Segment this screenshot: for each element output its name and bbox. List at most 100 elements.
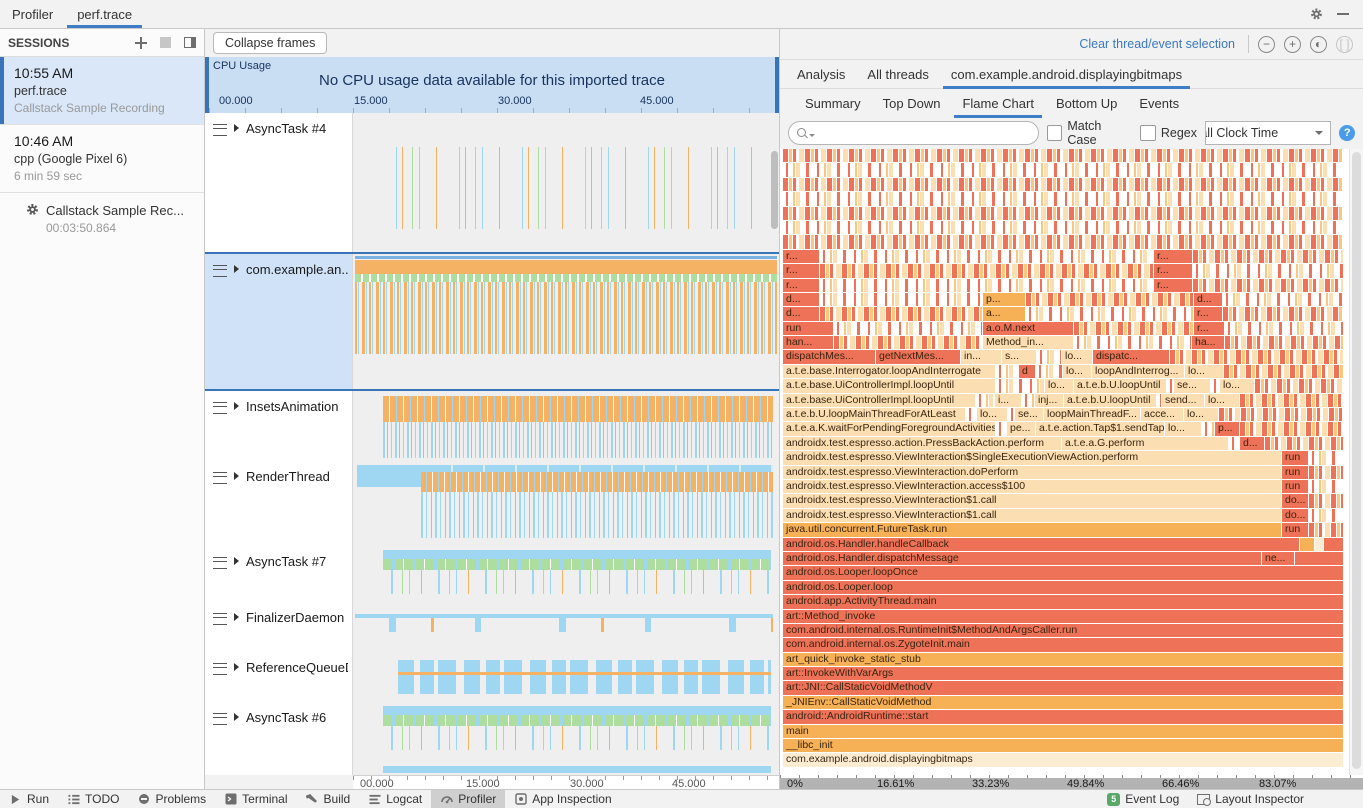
flame-segment[interactable]: androidx.test.espresso.ViewInteraction$1…	[783, 509, 1281, 522]
flame-segment[interactable]	[1211, 379, 1219, 392]
thread-row[interactable]: FinalizerDaemon	[205, 602, 779, 652]
flame-segment[interactable]: lo...	[977, 408, 1007, 421]
flame-segment[interactable]	[1295, 552, 1343, 565]
flame-segment[interactable]: a.t.e.base.Interrogator.loopAndInterroga…	[783, 365, 995, 378]
vertical-scrollbar[interactable]	[771, 151, 778, 229]
thread-name-cell[interactable]: AsyncTask #4	[205, 113, 353, 252]
flame-segment[interactable]: art_quick_invoke_static_stub	[783, 653, 1343, 666]
thread-name-cell[interactable]: FinalizerDaemon	[205, 602, 353, 652]
flame-segment[interactable]: run	[783, 322, 833, 335]
stop-recording-icon[interactable]	[160, 37, 171, 48]
flame-segment[interactable]: a.t.e.base.UiControllerImpl.loopUntil	[783, 379, 995, 392]
flame-segment[interactable]: android.app.ActivityThread.main	[783, 595, 1343, 608]
tab-analysis[interactable]: Analysis	[786, 60, 856, 88]
flame-segment[interactable]	[1225, 322, 1343, 335]
thread-name-cell[interactable]: RenderThread	[205, 461, 353, 546]
thread-activity-chart[interactable]	[353, 602, 779, 652]
flame-segment[interactable]: a.t.e.base.UiControllerImpl.loopUntil	[783, 394, 975, 407]
flame-vertical-scrollbar[interactable]	[1349, 149, 1363, 775]
flame-segment[interactable]	[1202, 422, 1214, 435]
flame-segment[interactable]: han...	[783, 336, 833, 349]
session-artifact-item[interactable]: Callstack Sample Rec... 00:03:50.864	[0, 193, 204, 241]
flame-segment[interactable]: pe...	[1007, 422, 1035, 435]
flame-segment[interactable]: send...	[1162, 394, 1204, 407]
flame-segment[interactable]	[1026, 293, 1193, 306]
flame-segment[interactable]: android.os.Looper.loopOnce	[783, 566, 1343, 579]
flame-segment[interactable]	[1240, 394, 1343, 407]
flame-segment[interactable]	[783, 221, 1343, 234]
match-case-checkbox[interactable]: Match Case	[1047, 119, 1132, 147]
flame-segment[interactable]: r...	[783, 264, 819, 277]
flame-segment[interactable]: a.t.e.a.G.perform	[1062, 437, 1228, 450]
clock-type-dropdown[interactable]: Wall Clock Time	[1205, 121, 1331, 145]
flame-segment[interactable]: lo...	[1045, 379, 1073, 392]
flame-segment[interactable]: dispatc...	[1093, 350, 1169, 363]
flame-segment[interactable]	[820, 279, 1153, 292]
minimize-icon[interactable]	[1337, 13, 1349, 15]
flame-segment[interactable]	[1309, 494, 1343, 507]
subtab-events[interactable]: Events	[1128, 89, 1190, 117]
flame-segment[interactable]	[1229, 437, 1239, 450]
checkbox-icon[interactable]	[1140, 125, 1156, 141]
flame-segment[interactable]: a.t.e.a.K.waitForPendingForegroundActivi…	[783, 422, 995, 435]
tab-all-threads[interactable]: All threads	[856, 60, 939, 88]
flame-segment[interactable]: androidx.test.espresso.ViewInteraction.d…	[783, 466, 1281, 479]
flame-segment[interactable]: d...	[783, 307, 819, 320]
flame-segment[interactable]: d...	[1194, 293, 1222, 306]
flame-segment[interactable]	[1008, 408, 1014, 421]
flame-segment[interactable]: lo...	[1165, 422, 1201, 435]
flame-segment[interactable]	[1193, 264, 1343, 277]
flame-segment[interactable]: android.os.Looper.loop	[783, 581, 1343, 594]
flame-segment[interactable]: do...	[1282, 494, 1308, 507]
thread-name-cell[interactable]	[205, 762, 353, 775]
flame-segment[interactable]: run	[1282, 480, 1308, 493]
flame-segment[interactable]	[1037, 350, 1061, 363]
flame-segment[interactable]: java.util.concurrent.FutureTask.run	[783, 523, 1281, 536]
flame-segment[interactable]: run	[1282, 466, 1308, 479]
flame-segment[interactable]: a...	[983, 307, 1025, 320]
flame-segment[interactable]: __libc_init	[783, 739, 1343, 752]
flame-segment[interactable]: d...	[1240, 437, 1264, 450]
regex-checkbox[interactable]: Regex	[1140, 125, 1197, 141]
flame-segment[interactable]	[1193, 279, 1343, 292]
zoom-out-icon[interactable]: −	[1258, 36, 1275, 53]
flame-segment[interactable]: lo...	[1185, 365, 1223, 378]
flame-segment[interactable]: se...	[1015, 408, 1043, 421]
thread-row[interactable]: AsyncTask #7	[205, 546, 779, 602]
drag-handle-icon[interactable]	[213, 472, 227, 484]
flame-segment[interactable]: lo...	[1205, 394, 1239, 407]
flame-segment[interactable]: androidx.test.espresso.action.PressBackA…	[783, 437, 1061, 450]
thread-name-cell[interactable]: ReferenceQueueD	[205, 652, 353, 702]
flame-segment[interactable]: com.android.internal.os.ZygoteInit.main	[783, 638, 1343, 651]
flame-segment[interactable]: inj...	[1035, 394, 1063, 407]
flame-segment[interactable]	[783, 235, 1343, 248]
thread-name-cell[interactable]: AsyncTask #6	[205, 702, 353, 762]
flame-segment[interactable]	[820, 307, 982, 320]
flame-segment[interactable]	[820, 250, 1153, 263]
thread-row[interactable]	[205, 762, 779, 775]
flame-segment[interactable]: getNextMes...	[876, 350, 960, 363]
flame-segment[interactable]	[1309, 523, 1343, 536]
flame-segment[interactable]	[1170, 350, 1343, 363]
status-item-profiler[interactable]: Profiler	[431, 790, 505, 808]
flame-segment[interactable]	[1223, 307, 1343, 320]
flame-segment[interactable]: androidx.test.espresso.ViewInteraction.a…	[783, 480, 1281, 493]
flame-segment[interactable]: com.example.android.displayingbitmaps	[783, 753, 1343, 766]
flame-segment[interactable]	[1255, 379, 1343, 392]
flame-segment[interactable]	[1324, 538, 1343, 551]
flame-segment[interactable]	[1223, 293, 1343, 306]
flame-segment[interactable]: r...	[1154, 250, 1192, 263]
search-input[interactable]	[788, 121, 1039, 145]
flame-segment[interactable]: i...	[995, 394, 1021, 407]
flame-segment[interactable]: lo...	[1062, 350, 1092, 363]
flame-segment[interactable]: a.t.e.action.Tap$1.sendTap	[1036, 422, 1164, 435]
flame-segment[interactable]: p...	[1215, 422, 1239, 435]
flame-segment[interactable]	[1167, 379, 1173, 392]
flame-segment[interactable]	[1224, 365, 1343, 378]
flame-segment[interactable]: android::AndroidRuntime::start	[783, 710, 1343, 723]
flame-segment[interactable]	[1026, 307, 1193, 320]
flame-segment[interactable]: lo...	[1184, 408, 1218, 421]
clear-selection-link[interactable]: Clear thread/event selection	[1079, 37, 1235, 51]
flame-segment[interactable]	[996, 422, 1006, 435]
flame-segment[interactable]: r...	[1194, 322, 1224, 335]
